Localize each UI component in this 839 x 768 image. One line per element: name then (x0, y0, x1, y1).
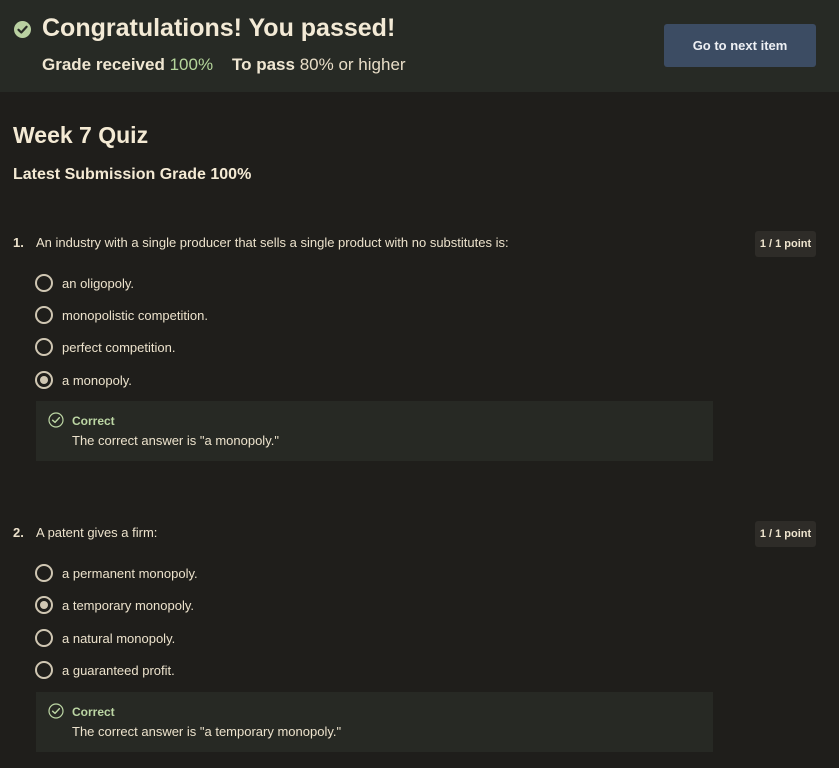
check-circle-outline-icon (48, 703, 64, 724)
radio-button[interactable] (35, 629, 53, 647)
answer-option[interactable]: a natural monopoly. (35, 629, 435, 649)
option-label: a temporary monopoly. (62, 598, 194, 613)
answer-option[interactable]: perfect competition. (35, 338, 435, 358)
answer-option[interactable]: monopolistic competition. (35, 306, 435, 326)
radio-button-selected[interactable] (35, 596, 53, 614)
answer-option[interactable]: a monopoly. (35, 371, 435, 391)
feedback-text: The correct answer is "a monopoly." (72, 433, 279, 448)
answer-option[interactable]: a guaranteed profit. (35, 661, 435, 681)
grade-received-value: 100% (169, 55, 214, 74)
page-title: Week 7 Quiz (13, 122, 149, 148)
feedback-title: Correct (72, 705, 115, 719)
radio-button[interactable] (35, 564, 53, 582)
answer-option[interactable]: a temporary monopoly. (35, 596, 435, 616)
go-to-next-item-button[interactable]: Go to next item (664, 24, 816, 67)
radio-button[interactable] (35, 338, 53, 356)
to-pass-label: To pass (231, 55, 295, 74)
option-label: a guaranteed profit. (62, 663, 175, 678)
question-text: A patent gives a firm: (36, 525, 158, 540)
latest-submission-grade: Latest Submission Grade 100% (13, 166, 252, 183)
option-label: a natural monopoly. (62, 631, 176, 646)
points-badge: 1 / 1 point (755, 521, 816, 547)
feedback-panel: Correct The correct answer is "a monopol… (36, 401, 713, 461)
radio-button[interactable] (35, 274, 53, 292)
feedback-text: The correct answer is "a temporary monop… (72, 724, 342, 739)
question-number: 1. (13, 235, 24, 250)
points-badge: 1 / 1 point (755, 231, 816, 257)
question-text: An industry with a single producer that … (36, 235, 509, 250)
to-pass-value: 80% (299, 55, 334, 74)
check-circle-outline-icon (48, 412, 64, 433)
feedback-panel: Correct The correct answer is "a tempora… (36, 692, 713, 752)
radio-button[interactable] (35, 306, 53, 324)
pass-banner: Congratulations! You passed! Grade recei… (0, 0, 839, 92)
option-label: a monopoly. (62, 373, 132, 388)
answer-option[interactable]: an oligopoly. (35, 274, 435, 294)
grade-summary: Grade received 100% To pass 80% or highe… (42, 55, 406, 75)
answer-option[interactable]: a permanent monopoly. (35, 564, 435, 584)
option-label: an oligopoly. (62, 276, 135, 291)
option-label: a permanent monopoly. (62, 566, 198, 581)
pass-title: Congratulations! You passed! (42, 14, 396, 42)
radio-button[interactable] (35, 661, 53, 679)
question-number: 2. (13, 525, 24, 540)
option-label: monopolistic competition. (62, 308, 208, 323)
radio-button-selected[interactable] (35, 371, 53, 389)
option-label: perfect competition. (62, 340, 176, 355)
grade-received-label: Grade received (42, 55, 165, 74)
check-circle-icon (14, 21, 31, 38)
to-pass-suffix: or higher (338, 55, 406, 74)
feedback-title: Correct (72, 414, 115, 428)
